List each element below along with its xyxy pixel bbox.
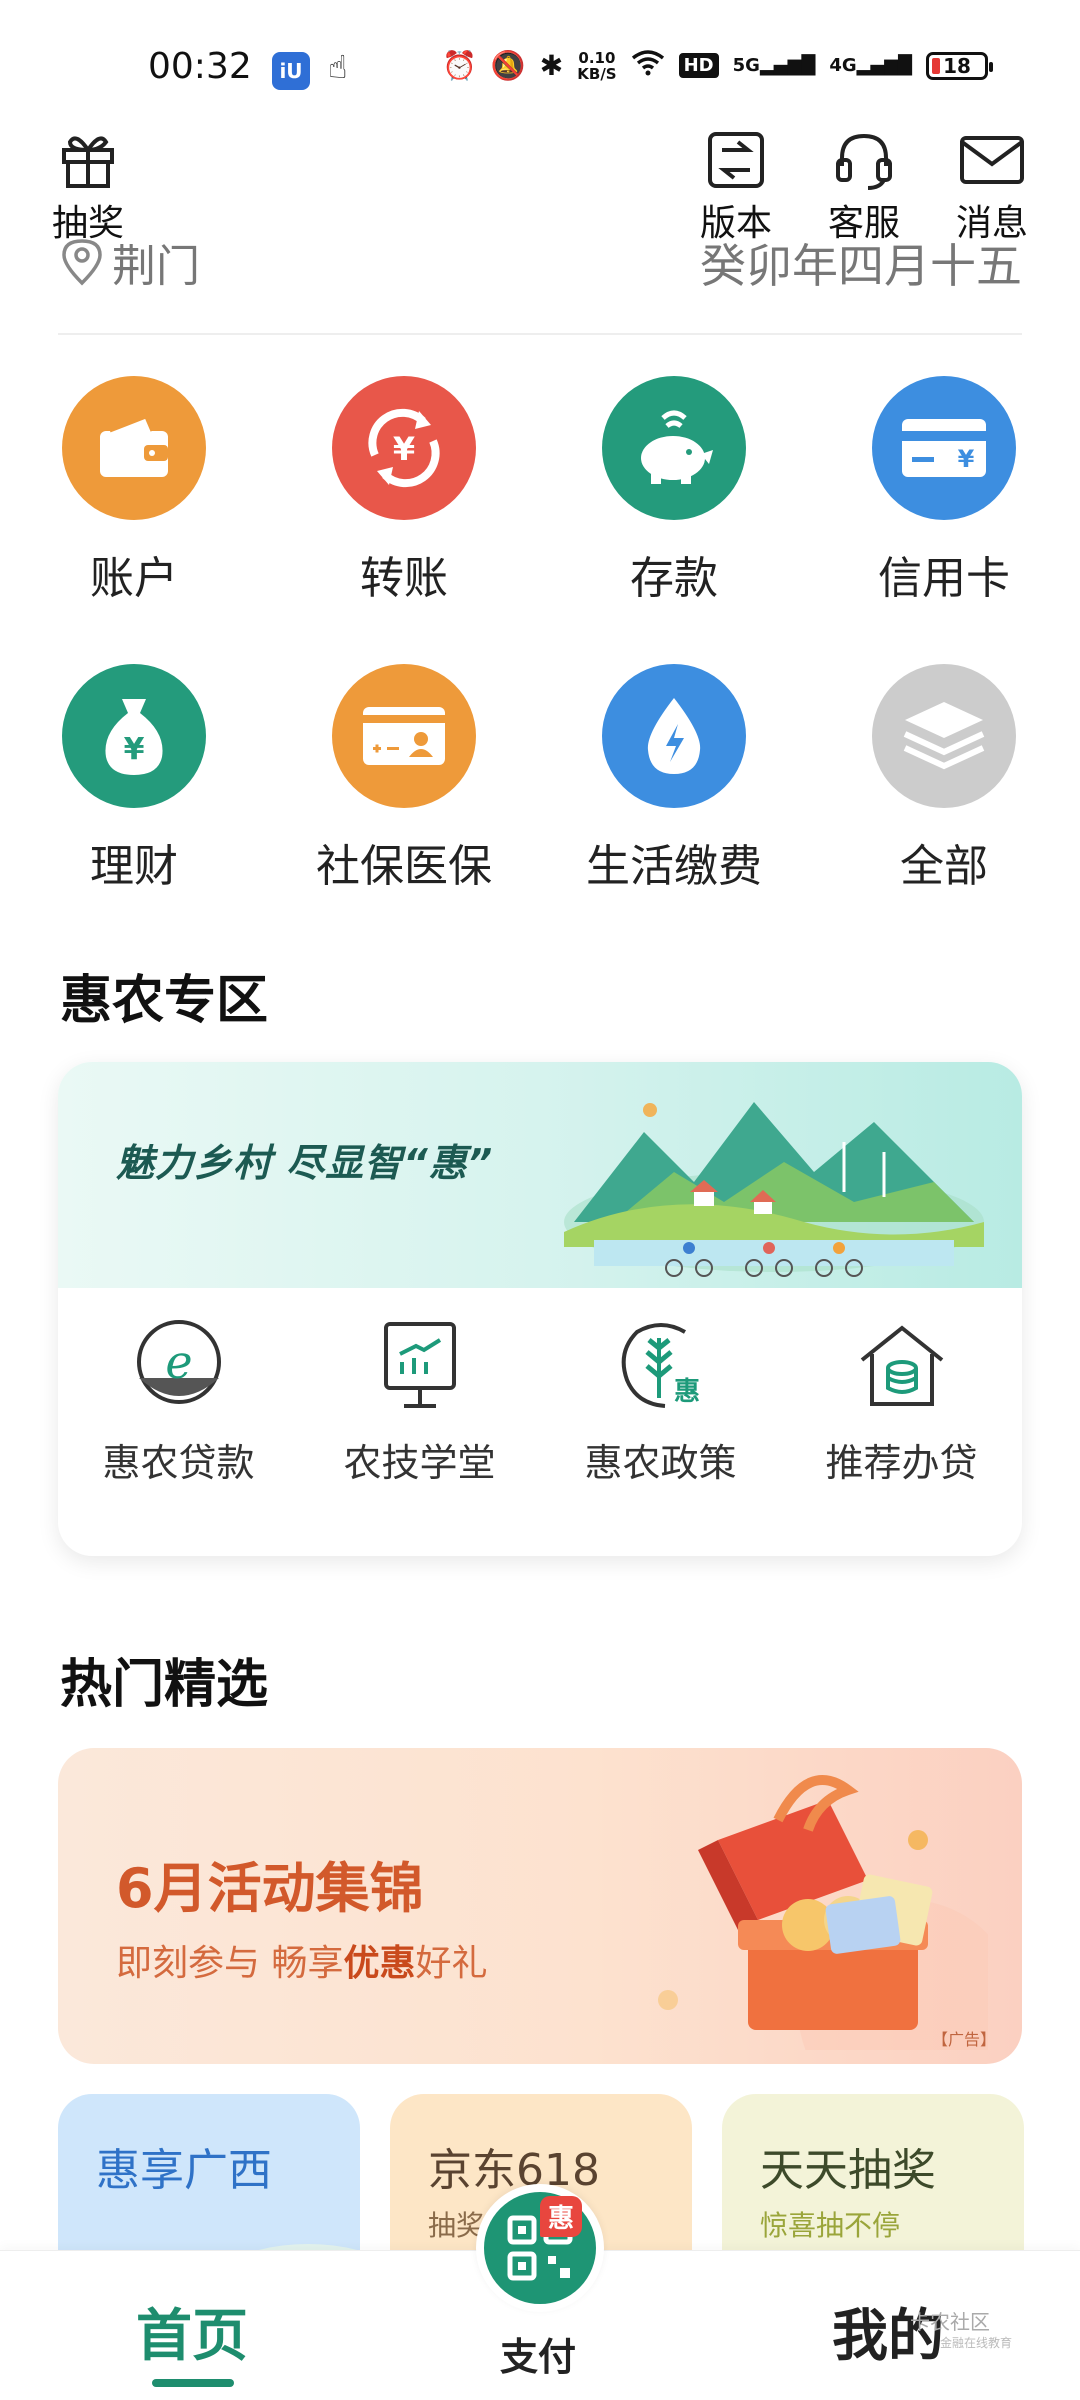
- grid-item-5[interactable]: ¥ 理财: [24, 664, 244, 894]
- grid-item-label: 转账: [360, 553, 448, 604]
- june-activity-banner[interactable]: 6月活动集锦 即刻参与 畅享优惠好礼 【广告】: [58, 1748, 1022, 2064]
- location-pin-icon: [62, 239, 102, 286]
- svg-text:e: e: [165, 1335, 192, 1389]
- huinong-loan-button[interactable]: e 惠农贷款: [58, 1318, 299, 1487]
- grid-item-6[interactable]: 社保医保: [294, 664, 514, 894]
- svg-text:¥: ¥: [124, 732, 145, 767]
- lunar-date: 癸卯年四月十五: [700, 239, 1022, 293]
- signal-4g-icon: 4G▂▄▆█: [829, 55, 912, 76]
- grid-item-8[interactable]: 全部: [834, 664, 1054, 894]
- promo-card-title: 惠享广西: [96, 2145, 272, 2196]
- hot-picks-title: 热门精选: [60, 1655, 269, 1715]
- layers-icon: [872, 664, 1016, 808]
- svg-text:¥: ¥: [393, 430, 415, 468]
- card-icon: ¥: [872, 376, 1016, 520]
- touch-icon: ☝: [328, 48, 348, 86]
- promo-card-subtitle: 抽奖: [428, 2209, 485, 2242]
- money-bag-icon: ¥: [62, 664, 206, 808]
- recommend-loan-button[interactable]: 推荐办贷: [781, 1318, 1022, 1487]
- promo-title: 6月活动集锦: [116, 1857, 424, 1920]
- mail-icon: [960, 136, 1024, 184]
- wifi-icon: [631, 48, 665, 83]
- pay-promo-badge: 惠: [540, 2196, 583, 2237]
- agri-school-label: 农技学堂: [343, 1441, 496, 1485]
- top-actions: 抽奖 版本 客服 消息: [0, 120, 1080, 244]
- watermark-sub: 金融在线教育: [940, 2336, 1013, 2350]
- mute-icon: 🔕: [490, 49, 526, 82]
- watermark: 卡农社区: [910, 2310, 990, 2334]
- grid-item-label: 理财: [90, 841, 178, 892]
- piggy-bank-icon: [602, 376, 746, 520]
- header-divider: [58, 333, 1022, 335]
- hd-icon: HD: [678, 53, 719, 78]
- wheat-policy-icon: 惠: [621, 1323, 700, 1408]
- grid-item-3[interactable]: 存款: [564, 376, 784, 606]
- huinong-card: 魅力乡村 尽显智“惠” e 惠农贷款 农技学堂 惠 惠农政策 推荐办贷: [58, 1062, 1022, 1556]
- nav-home-indicator: [152, 2379, 234, 2387]
- promo-card-title: 天天抽奖: [760, 2145, 936, 2196]
- gift-icon: [62, 136, 114, 188]
- recommend-loan-label: 推荐办贷: [825, 1441, 978, 1485]
- grid-item-label: 生活缴费: [586, 841, 762, 892]
- huinong-policy-button[interactable]: 惠 惠农政策: [540, 1318, 781, 1487]
- huinong-loan-label: 惠农贷款: [102, 1441, 255, 1485]
- location-text: 荆门: [112, 241, 200, 292]
- grid-item-4[interactable]: ¥ 信用卡: [834, 376, 1054, 606]
- water-drop-icon: [602, 664, 746, 808]
- status-bar: 00:32 iU ☝ ⏰ 🔕 ✱ 0.10 KB/S HD 5G▂▄▆█ 4G▂▄…: [0, 0, 1080, 140]
- grid-item-label: 存款: [630, 553, 718, 604]
- e-loan-icon: e: [136, 1320, 221, 1404]
- huinong-banner[interactable]: 魅力乡村 尽显智“惠”: [58, 1062, 1022, 1288]
- alarm-icon: ⏰: [442, 49, 477, 82]
- house-coins-icon: [860, 1325, 943, 1406]
- signal-5g-icon: 5G▂▄▆█: [732, 55, 816, 76]
- nav-home-tab[interactable]: 首页: [136, 2291, 248, 2372]
- grid-item-label: 社保医保: [316, 841, 492, 892]
- grid-item-label: 全部: [900, 841, 988, 892]
- promo-subtitle: 即刻参与 畅享优惠好礼: [116, 1943, 488, 1984]
- status-time: 00:32: [148, 46, 252, 87]
- location-selector[interactable]: 荆门: [60, 230, 200, 294]
- huinong-banner-text: 魅力乡村 尽显智“惠”: [116, 1141, 494, 1185]
- pay-label[interactable]: 支付: [500, 2326, 576, 2381]
- grid-item-label: 账户: [90, 553, 178, 604]
- svg-text:惠: 惠: [673, 1377, 699, 1407]
- location-row: 荆门 癸卯年四月十五: [0, 226, 1080, 296]
- grid-item-2[interactable]: ¥ 转账: [294, 376, 514, 606]
- bluetooth-icon: ✱: [539, 49, 564, 82]
- battery-icon: 18: [926, 51, 993, 80]
- agri-school-button[interactable]: 农技学堂: [299, 1318, 540, 1487]
- status-icons: ⏰ 🔕 ✱ 0.10 KB/S HD 5G▂▄▆█ 4G▂▄▆█ 18: [442, 48, 993, 83]
- promo-card-subtitle: 惊喜抽不停: [760, 2209, 901, 2242]
- gift-box-illustration: [658, 1775, 988, 2050]
- presentation-board-icon: [383, 1322, 456, 1408]
- version-icon: [708, 132, 764, 188]
- huinong-policy-label: 惠农政策: [584, 1441, 737, 1485]
- svg-text:¥: ¥: [958, 445, 975, 473]
- id-card-icon: [332, 664, 476, 808]
- huinong-title: 惠农专区: [60, 971, 269, 1031]
- grid-item-7[interactable]: 生活缴费: [564, 664, 784, 894]
- wallet-icon: [62, 376, 206, 520]
- grid-item-1[interactable]: 账户: [24, 376, 244, 606]
- huinong-items: e 惠农贷款 农技学堂 惠 惠农政策 推荐办贷: [58, 1288, 1022, 1556]
- app-notification-icon: iU: [272, 52, 310, 90]
- village-landscape-illustration: [564, 1102, 984, 1277]
- grid-item-label: 信用卡: [878, 553, 1010, 604]
- headset-icon: [836, 133, 892, 190]
- yuan-exchange-icon: ¥: [332, 376, 476, 520]
- ad-label: 【广告】: [931, 2030, 996, 2049]
- net-speed: 0.10 KB/S: [577, 48, 617, 83]
